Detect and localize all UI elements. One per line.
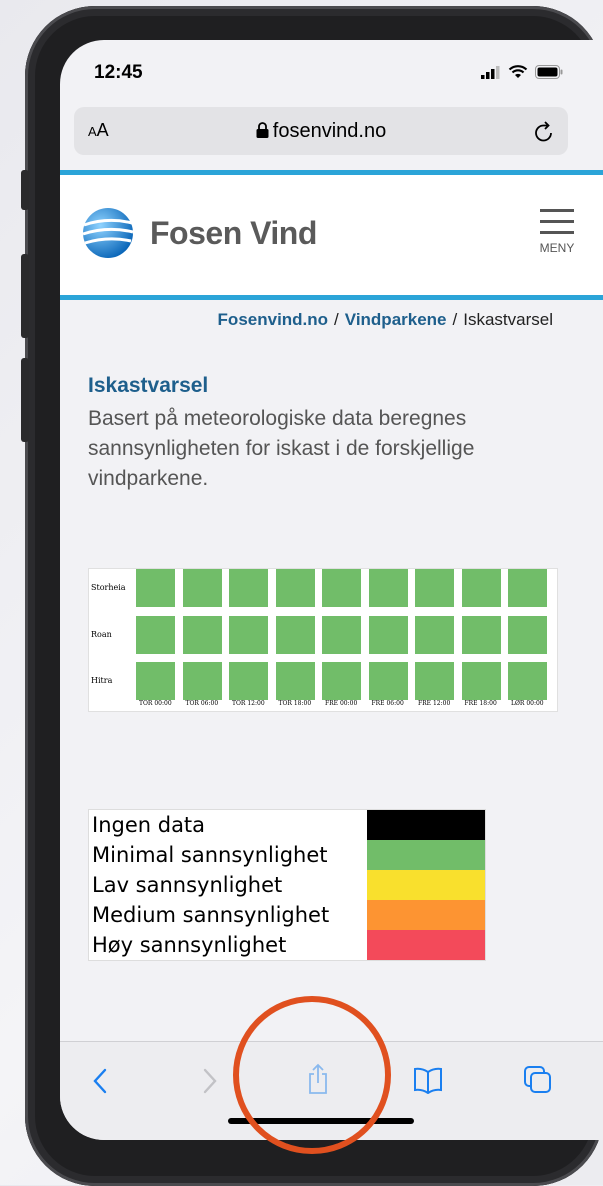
status-time: 12:45 bbox=[94, 62, 143, 83]
legend: Ingen data Minimal sannsynlighet Lav sanns… bbox=[88, 809, 486, 961]
forecast-cell bbox=[275, 615, 315, 654]
grid-row-label: Roan bbox=[91, 629, 112, 639]
legend-swatch bbox=[367, 930, 485, 960]
forecast-cell bbox=[415, 662, 454, 700]
back-icon[interactable] bbox=[90, 1064, 112, 1098]
menu-label: MENY bbox=[539, 241, 575, 255]
grid-row-label: Hitra bbox=[91, 676, 113, 685]
forecast-cell bbox=[322, 662, 361, 700]
legend-label: Lav sannsynlighet bbox=[92, 873, 283, 897]
legend-row: Lav sannsynlighet bbox=[89, 870, 485, 900]
forecast-cell bbox=[508, 569, 547, 607]
status-bar: 12:45 bbox=[60, 40, 603, 102]
breadcrumb-current: Iskastvarsel bbox=[463, 310, 553, 329]
forecast-cell bbox=[415, 569, 454, 607]
legend-label: Medium sannsynlighet bbox=[92, 903, 330, 927]
signal-icon bbox=[481, 66, 500, 79]
forecast-cell bbox=[182, 662, 222, 700]
breadcrumb-separator: / bbox=[334, 310, 339, 329]
share-button-highlight bbox=[233, 996, 391, 1154]
legend-swatch bbox=[367, 870, 485, 900]
forecast-cell bbox=[182, 615, 222, 654]
forecast-cell bbox=[136, 569, 175, 607]
tabs-icon[interactable] bbox=[522, 1064, 554, 1096]
legend-swatch bbox=[367, 840, 485, 870]
bookmarks-icon[interactable] bbox=[412, 1066, 444, 1094]
legend-label: Ingen data bbox=[92, 813, 206, 837]
legend-row: Høy sannsynlighet bbox=[89, 930, 485, 960]
forecast-cell bbox=[229, 662, 268, 700]
forecast-cell bbox=[508, 615, 547, 654]
mute-switch bbox=[21, 170, 29, 210]
breadcrumb-separator: / bbox=[452, 310, 458, 329]
grid-column-label: TOR 00:00 bbox=[139, 700, 172, 707]
url-display[interactable]: fosenvind.no bbox=[74, 120, 568, 143]
breadcrumb-parent-link[interactable]: Vindparkene bbox=[345, 310, 447, 329]
screen: 12:45 AA fosenvind.no Fosen Vind MENY Fo… bbox=[60, 40, 603, 1140]
brand-name[interactable]: Fosen Vind bbox=[150, 215, 317, 252]
url-text: fosenvind.no bbox=[272, 120, 387, 142]
grid-column-label: TOR 06:00 bbox=[185, 700, 219, 707]
site-header: Fosen Vind MENY bbox=[60, 175, 603, 295]
lock-icon bbox=[256, 122, 269, 138]
fosen-vind-logo-icon[interactable] bbox=[82, 207, 134, 259]
legend-row: Medium sannsynlighet bbox=[89, 900, 485, 930]
legend-label: Høy sannsynlighet bbox=[92, 933, 287, 957]
legend-swatch bbox=[367, 810, 485, 840]
forecast-cell bbox=[508, 662, 547, 700]
wifi-icon bbox=[508, 65, 528, 78]
web-page: Fosen Vind MENY Fosenvind.no / Vindparkene… bbox=[60, 170, 603, 961]
legend-label: Minimal sannsynlighet bbox=[92, 843, 328, 867]
forecast-cell bbox=[136, 662, 175, 700]
forecast-cell bbox=[229, 615, 268, 654]
forecast-cell bbox=[322, 569, 361, 607]
grid-column-label: LØR 00:00 bbox=[511, 700, 544, 707]
forecast-cell bbox=[182, 569, 222, 607]
grid-column-label: FRE 06:00 bbox=[371, 700, 404, 707]
forecast-cell bbox=[368, 569, 408, 607]
grid-column-label: FRE 18:00 bbox=[464, 700, 497, 707]
grid-column-label: FRE 12:00 bbox=[418, 700, 451, 707]
legend-row: Minimal sannsynlighet bbox=[89, 840, 485, 870]
forecast-cell bbox=[461, 615, 501, 654]
legend-swatch bbox=[367, 900, 485, 930]
forecast-cell bbox=[136, 615, 175, 654]
grid-column-label: TOR 18:00 bbox=[278, 700, 312, 707]
menu-button[interactable]: MENY bbox=[527, 209, 587, 255]
breadcrumb: Fosenvind.no / Vindparkene / Iskastvarsel bbox=[60, 300, 603, 340]
forecast-cell bbox=[461, 662, 501, 700]
forecast-cell bbox=[229, 569, 268, 607]
intro-text: Basert på meteorologiske data beregnes s… bbox=[88, 407, 475, 490]
reload-icon[interactable] bbox=[532, 118, 556, 144]
forecast-cell bbox=[368, 615, 408, 654]
forecast-cell bbox=[461, 569, 501, 607]
grid-column-label: FRE 00:00 bbox=[325, 700, 358, 707]
forecast-cell bbox=[275, 569, 315, 607]
page-title: Iskastvarsel bbox=[88, 374, 209, 397]
legend-row: Ingen data bbox=[89, 810, 485, 840]
forecast-cell bbox=[368, 662, 408, 700]
hamburger-icon bbox=[527, 209, 587, 234]
forward-icon[interactable] bbox=[198, 1064, 220, 1098]
volume-up-button bbox=[21, 254, 29, 338]
volume-down-button bbox=[21, 358, 29, 442]
battery-icon bbox=[535, 65, 563, 79]
forecast-cell bbox=[275, 662, 315, 700]
breadcrumb-home-link[interactable]: Fosenvind.no bbox=[218, 310, 329, 329]
status-icons bbox=[481, 65, 563, 79]
forecast-cell bbox=[322, 615, 361, 654]
ice-throw-forecast-grid: Storheia Roan Hitra TOR 00:00 TOR 06:00 TOR 1… bbox=[88, 568, 558, 712]
grid-column-label: TOR 12:00 bbox=[232, 700, 265, 707]
address-bar[interactable]: AA fosenvind.no bbox=[74, 107, 568, 155]
grid-row-label: Storheia bbox=[91, 583, 126, 592]
forecast-cell bbox=[415, 615, 454, 654]
